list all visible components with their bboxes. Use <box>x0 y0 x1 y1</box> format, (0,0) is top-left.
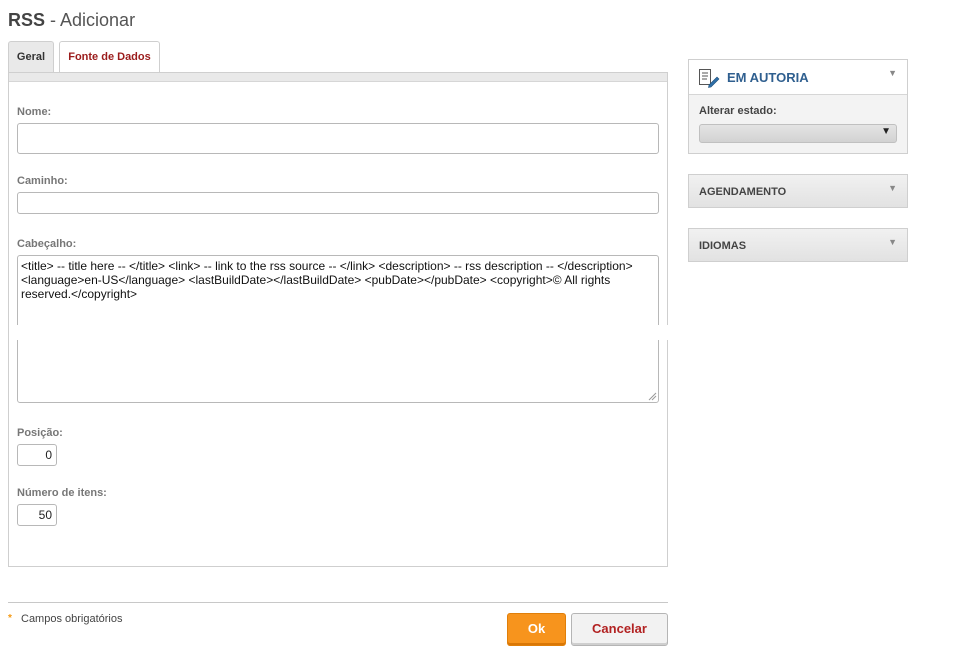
languages-panel[interactable]: IDIOMAS ▼ <box>688 228 908 262</box>
change-state-select[interactable]: ▼ <box>699 124 897 143</box>
form-panel-topbar <box>9 73 667 82</box>
cancel-button[interactable]: Cancelar <box>571 613 668 646</box>
page-title: RSS - Adicionar <box>8 10 135 31</box>
header-label: Cabeçalho: <box>17 238 77 250</box>
tab-fonte-de-dados[interactable]: Fonte de Dados <box>59 41 160 72</box>
path-label: Caminho: <box>17 175 68 187</box>
required-fields-note: Campos obrigatórios <box>21 613 123 625</box>
scheduling-panel[interactable]: AGENDAMENTO ▼ <box>688 174 908 208</box>
tab-geral[interactable]: Geral <box>8 41 54 73</box>
resize-grip-icon[interactable] <box>648 392 657 401</box>
expand-caret-icon[interactable]: ▼ <box>888 237 897 247</box>
edit-document-icon <box>699 69 720 88</box>
path-input[interactable] <box>17 192 659 214</box>
expand-caret-icon[interactable]: ▼ <box>888 183 897 193</box>
page-title-module: RSS <box>8 10 46 30</box>
dropdown-arrow-icon: ▼ <box>881 126 891 137</box>
ok-button[interactable]: Ok <box>507 613 566 646</box>
collapse-caret-icon[interactable]: ▼ <box>888 68 897 78</box>
name-label: Nome: <box>17 106 52 118</box>
status-title: EM AUTORIA <box>727 70 809 85</box>
page-title-action: - Adicionar <box>45 10 136 30</box>
status-panel: EM AUTORIA ▼ Alterar estado: ▼ <box>688 59 908 154</box>
render-gap <box>9 325 679 340</box>
items-count-label: Número de itens: <box>17 487 107 499</box>
header-textarea-text: <title> -- title here -- </title> <link>… <box>21 259 633 301</box>
required-marker: * <box>8 613 12 624</box>
scheduling-title: AGENDAMENTO <box>699 186 787 198</box>
position-input[interactable] <box>17 444 57 466</box>
change-state-label: Alterar estado: <box>699 105 777 117</box>
footer-divider <box>8 602 668 603</box>
items-count-input[interactable] <box>17 504 57 526</box>
form-panel: Nome: Caminho: Cabeçalho: <title> -- tit… <box>8 72 679 567</box>
name-input[interactable] <box>17 123 659 154</box>
status-panel-header[interactable]: EM AUTORIA ▼ <box>689 60 907 95</box>
position-label: Posição: <box>17 427 63 439</box>
languages-title: IDIOMAS <box>699 240 747 252</box>
